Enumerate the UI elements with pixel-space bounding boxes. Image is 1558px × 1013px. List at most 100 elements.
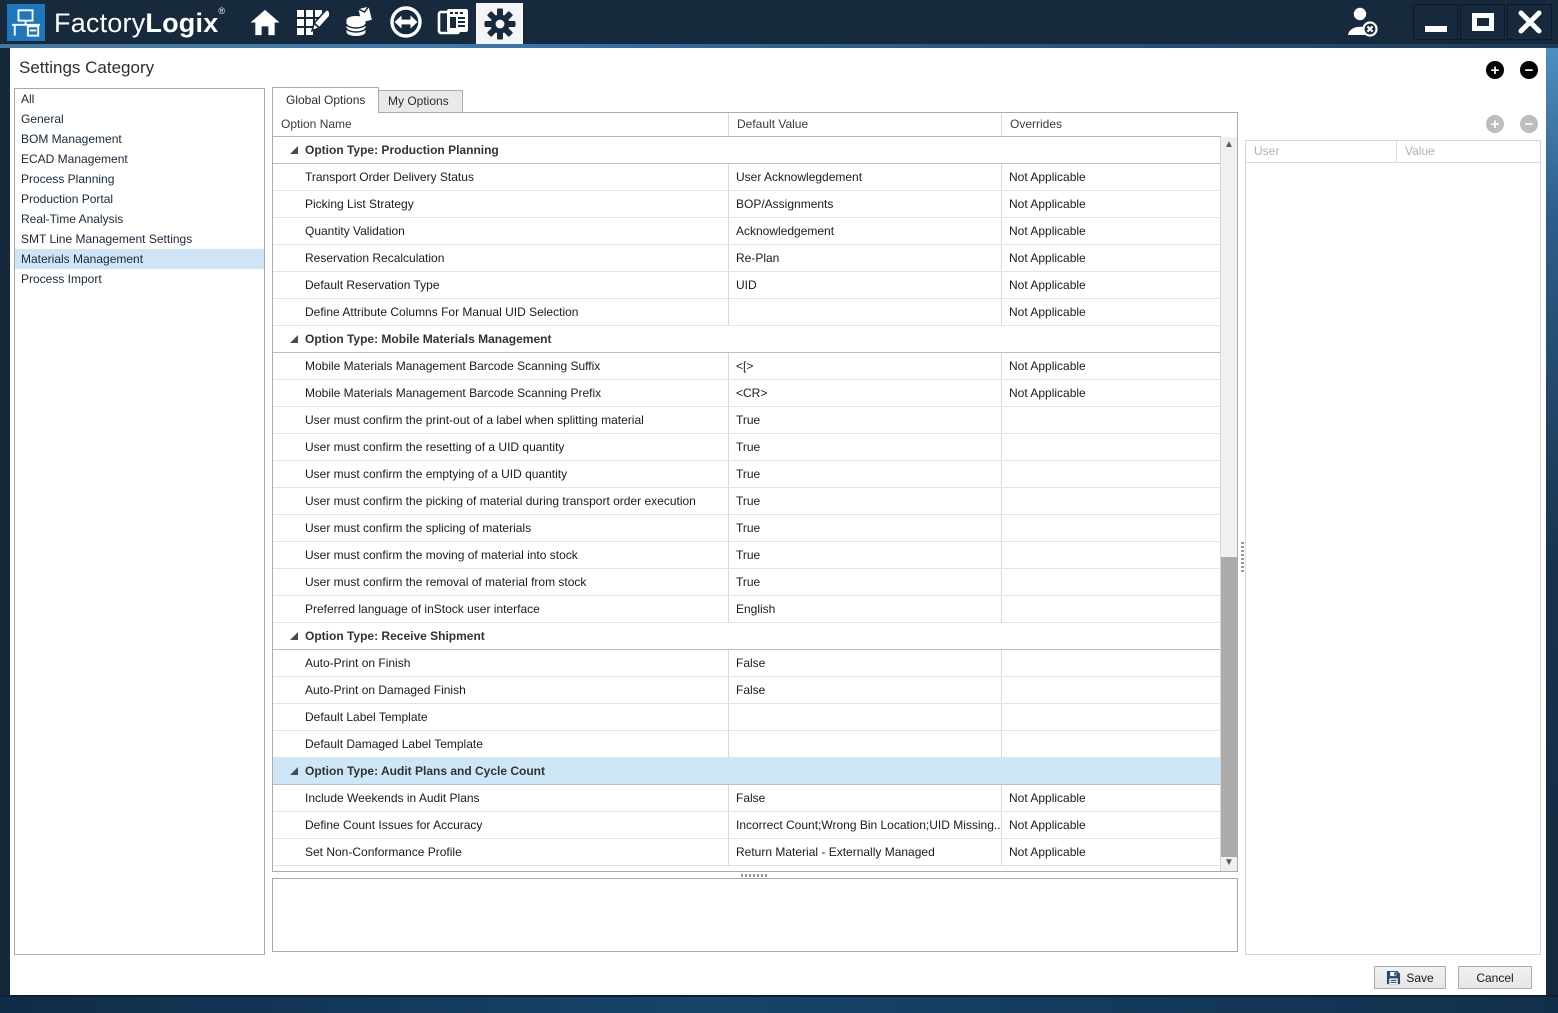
overrides-cell[interactable] [1001, 650, 1220, 676]
overrides-cell[interactable] [1001, 542, 1220, 568]
default-value-cell[interactable]: False [728, 677, 1001, 703]
option-row[interactable]: Include Weekends in Audit PlansFalseNot … [273, 785, 1220, 812]
column-header-overrides[interactable]: Overrides [1001, 113, 1221, 136]
column-header-user[interactable]: User [1246, 141, 1396, 162]
overrides-cell[interactable]: Not Applicable [1001, 785, 1220, 811]
overrides-cell[interactable]: Not Applicable [1001, 299, 1220, 325]
overrides-cell[interactable] [1001, 488, 1220, 514]
default-value-cell[interactable]: Incorrect Count;Wrong Bin Location;UID M… [728, 812, 1001, 838]
default-value-cell[interactable]: True [728, 461, 1001, 487]
overrides-cell[interactable] [1001, 569, 1220, 595]
default-value-cell[interactable]: False [728, 650, 1001, 676]
group-expander-icon[interactable] [290, 335, 298, 343]
option-name-cell[interactable]: User must confirm the moving of material… [273, 542, 728, 568]
option-row[interactable]: Reservation RecalculationRe-PlanNot Appl… [273, 245, 1220, 272]
option-name-cell[interactable]: Define Attribute Columns For Manual UID … [273, 299, 728, 325]
option-name-cell[interactable]: User must confirm the resetting of a UID… [273, 434, 728, 460]
option-row[interactable]: Define Attribute Columns For Manual UID … [273, 299, 1220, 326]
sidebar-item[interactable]: Process Import [15, 269, 264, 289]
overrides-cell[interactable]: Not Applicable [1001, 353, 1220, 379]
default-value-cell[interactable]: Return Material - Externally Managed [728, 839, 1001, 865]
sidebar-item[interactable]: SMT Line Management Settings [15, 229, 264, 249]
default-value-cell[interactable]: True [728, 542, 1001, 568]
column-header-option-name[interactable]: Option Name [273, 113, 728, 136]
default-value-cell[interactable]: True [728, 434, 1001, 460]
transfer-circle-arrows-icon[interactable] [382, 0, 429, 44]
default-value-cell[interactable]: True [728, 569, 1001, 595]
default-value-cell[interactable]: False [728, 785, 1001, 811]
cancel-button[interactable]: Cancel [1458, 966, 1532, 989]
option-group-row[interactable]: Option Type: Mobile Materials Management [273, 326, 1220, 353]
option-row[interactable]: Define Count Issues for AccuracyIncorrec… [273, 812, 1220, 839]
tab-my-options[interactable]: My Options [374, 90, 463, 112]
default-value-cell[interactable] [728, 731, 1001, 757]
documents-icon[interactable] [429, 0, 476, 44]
sidebar-item[interactable]: Materials Management [15, 249, 264, 269]
sidebar-item[interactable]: ECAD Management [15, 149, 264, 169]
option-name-cell[interactable]: Define Count Issues for Accuracy [273, 812, 728, 838]
sidebar-item[interactable]: All [15, 89, 264, 109]
sidebar-item[interactable]: Process Planning [15, 169, 264, 189]
add-category-button[interactable]: + [1486, 61, 1504, 79]
default-value-cell[interactable]: Acknowledgement [728, 218, 1001, 244]
column-header-default-value[interactable]: Default Value [728, 113, 1001, 136]
overrides-cell[interactable] [1001, 731, 1220, 757]
option-row[interactable]: Auto-Print on FinishFalse [273, 650, 1220, 677]
tab-global-options[interactable]: Global Options [272, 87, 379, 113]
group-expander-icon[interactable] [290, 632, 298, 640]
option-name-cell[interactable]: User must confirm the picking of materia… [273, 488, 728, 514]
option-name-cell[interactable]: Mobile Materials Management Barcode Scan… [273, 353, 728, 379]
default-value-cell[interactable]: BOP/Assignments [728, 191, 1001, 217]
option-name-cell[interactable]: Quantity Validation [273, 218, 728, 244]
option-row[interactable]: User must confirm the emptying of a UID … [273, 461, 1220, 488]
remove-category-button[interactable]: − [1520, 61, 1538, 79]
option-name-cell[interactable]: User must confirm the removal of materia… [273, 569, 728, 595]
overrides-cell[interactable] [1001, 596, 1220, 622]
option-name-cell[interactable]: Preferred language of inStock user inter… [273, 596, 728, 622]
vertical-scrollbar[interactable]: ▲ ▼ [1221, 137, 1237, 871]
default-value-cell[interactable]: UID [728, 272, 1001, 298]
overrides-cell[interactable]: Not Applicable [1001, 218, 1220, 244]
option-row[interactable]: Default Reservation TypeUIDNot Applicabl… [273, 272, 1220, 299]
default-value-cell[interactable]: <[> [728, 353, 1001, 379]
planning-grid-pencil-icon[interactable] [288, 0, 335, 44]
minimize-button[interactable] [1413, 4, 1458, 40]
maximize-button[interactable] [1460, 4, 1505, 40]
option-row[interactable]: Auto-Print on Damaged FinishFalse [273, 677, 1220, 704]
default-value-cell[interactable]: User Acknowlegdement [728, 164, 1001, 190]
overrides-cell[interactable] [1001, 434, 1220, 460]
default-value-cell[interactable]: True [728, 488, 1001, 514]
option-name-cell[interactable]: Reservation Recalculation [273, 245, 728, 271]
overrides-cell[interactable]: Not Applicable [1001, 191, 1220, 217]
column-header-value[interactable]: Value [1396, 141, 1540, 162]
option-name-cell[interactable]: Include Weekends in Audit Plans [273, 785, 728, 811]
option-row[interactable]: Mobile Materials Management Barcode Scan… [273, 353, 1220, 380]
overrides-cell[interactable] [1001, 407, 1220, 433]
sidebar-item[interactable]: BOM Management [15, 129, 264, 149]
scrollbar-thumb[interactable] [1221, 557, 1237, 857]
scroll-down-icon[interactable]: ▼ [1221, 855, 1237, 871]
option-name-cell[interactable]: Mobile Materials Management Barcode Scan… [273, 380, 728, 406]
overrides-cell[interactable]: Not Applicable [1001, 812, 1220, 838]
option-row[interactable]: Transport Order Delivery StatusUser Ackn… [273, 164, 1220, 191]
overrides-cell[interactable]: Not Applicable [1001, 839, 1220, 865]
save-button[interactable]: Save [1374, 966, 1446, 989]
scroll-up-icon[interactable]: ▲ [1221, 137, 1237, 153]
option-row[interactable]: User must confirm the removal of materia… [273, 569, 1220, 596]
option-row[interactable]: Default Damaged Label Template [273, 731, 1220, 758]
add-override-button[interactable]: + [1486, 115, 1504, 133]
settings-gear-icon[interactable] [476, 3, 523, 44]
option-row[interactable]: Quantity ValidationAcknowledgementNot Ap… [273, 218, 1220, 245]
option-name-cell[interactable]: User must confirm the print-out of a lab… [273, 407, 728, 433]
option-row[interactable]: Picking List StrategyBOP/AssignmentsNot … [273, 191, 1220, 218]
default-value-cell[interactable]: Re-Plan [728, 245, 1001, 271]
default-value-cell[interactable] [728, 299, 1001, 325]
default-value-cell[interactable] [728, 704, 1001, 730]
default-value-cell[interactable]: <CR> [728, 380, 1001, 406]
remove-override-button[interactable]: − [1520, 115, 1538, 133]
option-name-cell[interactable]: Default Damaged Label Template [273, 731, 728, 757]
default-value-cell[interactable]: English [728, 596, 1001, 622]
materials-database-icon[interactable] [335, 0, 382, 44]
default-value-cell[interactable]: True [728, 407, 1001, 433]
default-value-cell[interactable]: True [728, 515, 1001, 541]
